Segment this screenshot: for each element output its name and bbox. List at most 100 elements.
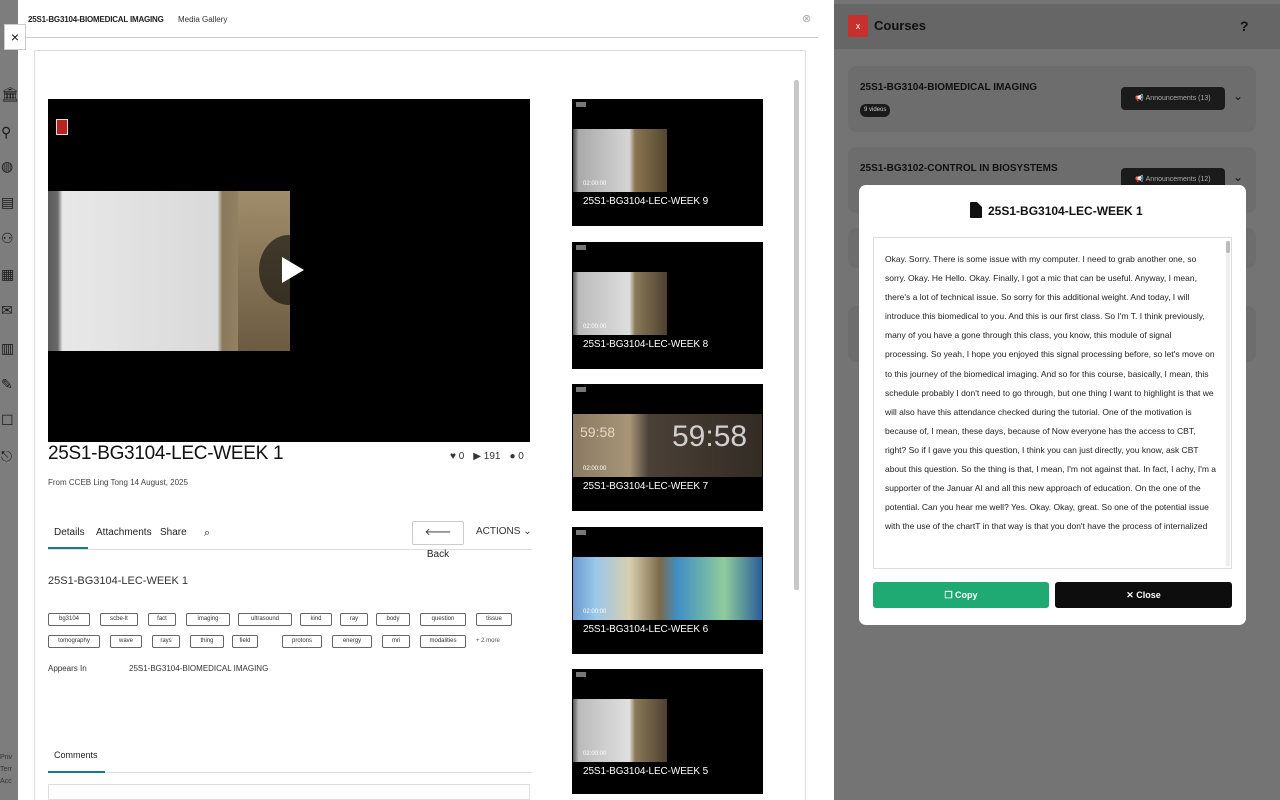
- comments-section: Comments: [48, 750, 532, 773]
- video-count-badge: 9 videos: [860, 104, 891, 117]
- tag-item[interactable]: ultrasound: [238, 613, 292, 626]
- courses-title: Courses: [874, 18, 927, 33]
- copy-icon: ❐: [944, 590, 953, 600]
- tag-item[interactable]: wave: [110, 635, 142, 648]
- video-author-date: From CCEB Ling Tong 14 August, 2025: [48, 478, 188, 487]
- play-button[interactable]: [259, 235, 319, 305]
- calendar-icon[interactable]: ▦: [1, 266, 17, 282]
- tag-item[interactable]: bg3104: [48, 613, 90, 626]
- course-breadcrumb[interactable]: 25S1-BG3104-BIOMEDICAL IMAGING: [28, 15, 164, 24]
- clock-readout-large: 59:58: [672, 420, 748, 453]
- appears-in-link[interactable]: 25S1-BG3104-BIOMEDICAL IMAGING: [129, 664, 268, 673]
- video-name: 25S1-BG3104-LEC-WEEK 8: [583, 339, 709, 350]
- institution-icon[interactable]: 🏛: [1, 86, 19, 102]
- globe-icon[interactable]: ◍: [1, 158, 17, 174]
- gallery-close-icon[interactable]: ⊗: [802, 12, 811, 25]
- transcript-text: Okay. Sorry. There is some issue with my…: [885, 254, 1216, 532]
- footer-links: Priv Terr Acc: [0, 752, 18, 788]
- transcript-scrollbar-track[interactable]: [1226, 241, 1230, 566]
- actions-dropdown[interactable]: ACTIONS ⌄: [476, 526, 532, 537]
- tag-item[interactable]: energy: [332, 635, 372, 648]
- courses-icon[interactable]: ▤: [1, 194, 17, 210]
- comment-icon: ●: [509, 451, 516, 462]
- university-logo: [576, 102, 586, 107]
- tag-item[interactable]: kind: [300, 613, 332, 626]
- tab-share[interactable]: Share: [160, 527, 187, 538]
- playlist-item[interactable]: 02:00:00 25S1-BG3104-LEC-WEEK 9: [572, 99, 763, 226]
- plays-count: ▶ 191: [473, 451, 501, 462]
- groups-icon[interactable]: ⚇: [1, 230, 17, 246]
- close-modal-button[interactable]: ✕ Close: [1055, 582, 1232, 608]
- tag-item[interactable]: scbe-lt: [100, 613, 138, 626]
- comments-tab[interactable]: Comments: [54, 750, 98, 760]
- tab-details[interactable]: Details: [54, 527, 85, 538]
- course-card[interactable]: 25S1-BG3104-BIOMEDICAL IMAGING 9 videos …: [848, 66, 1256, 132]
- video-name: 25S1-BG3104-LEC-WEEK 9: [583, 196, 709, 207]
- user-icon[interactable]: ⚲: [1, 124, 17, 140]
- edit-icon[interactable]: ☐: [1, 412, 17, 428]
- tag-item[interactable]: body: [376, 613, 410, 626]
- comments-count: ● 0: [509, 451, 524, 462]
- video-name: 25S1-BG3104-LEC-WEEK 6: [583, 624, 709, 635]
- course-name: 25S1-BG3104-BIOMEDICAL IMAGING: [860, 82, 1038, 93]
- course-name: 25S1-BG3102-CONTROL IN BIOSYSTEMS: [860, 163, 1058, 174]
- video-player[interactable]: [48, 99, 530, 442]
- footer-terms[interactable]: Terr: [0, 764, 18, 776]
- chevron-down-icon[interactable]: ⌄: [1233, 89, 1243, 103]
- transcript-scrollbar[interactable]: [1226, 241, 1230, 253]
- appears-in-label: Appears In: [48, 664, 87, 673]
- active-tab-indicator: [48, 547, 88, 549]
- heart-icon: ♥: [450, 451, 456, 462]
- tag-item[interactable]: question: [420, 613, 466, 626]
- video-stats: ♥ 0 ▶ 191 ● 0: [450, 451, 524, 462]
- copy-button[interactable]: ❐ Copy: [873, 582, 1049, 608]
- tag-item[interactable]: thing: [190, 635, 224, 648]
- playlist-item[interactable]: 02:00:00 25S1-BG3104-LEC-WEEK 6: [572, 527, 763, 654]
- tag-item[interactable]: tissue: [476, 613, 512, 626]
- clock-readout: 59:58: [580, 424, 616, 440]
- video-duration: 02:00:00: [583, 324, 607, 330]
- tag-item[interactable]: rays: [152, 635, 180, 648]
- tag-item[interactable]: protons: [282, 635, 322, 648]
- university-logo: [56, 119, 100, 137]
- transcript-box[interactable]: Okay. Sorry. There is some issue with my…: [873, 237, 1232, 569]
- transcript-modal: 25S1-BG3104-LEC-WEEK 1 Okay. Sorry. Ther…: [859, 185, 1246, 625]
- tag-item[interactable]: modalities: [420, 635, 466, 648]
- gallery-header: 25S1-BG3104-BIOMEDICAL IMAGING Media Gal…: [18, 4, 818, 38]
- playlist-item[interactable]: 02:00:00 25S1-BG3104-LEC-WEEK 5: [572, 669, 763, 794]
- mail-icon[interactable]: ✉: [1, 302, 17, 318]
- chevron-down-icon[interactable]: ⌄: [1233, 170, 1243, 184]
- media-gallery-panel: 25S1-BG3104-BIOMEDICAL IMAGING Media Gal…: [4, 0, 849, 800]
- footer-privacy[interactable]: Priv: [0, 752, 18, 764]
- tag-item[interactable]: tomography: [48, 635, 100, 648]
- tag-item[interactable]: fact: [148, 613, 176, 626]
- search-icon[interactable]: ⌕: [204, 527, 210, 540]
- footer-accessibility[interactable]: Acc: [0, 776, 18, 788]
- close-icon: ✕: [1126, 590, 1134, 600]
- comment-input[interactable]: [48, 784, 530, 800]
- tag-item[interactable]: imaging: [186, 613, 230, 626]
- playlist-item[interactable]: 59:58 59:58 02:00:00 25S1-BG3104-LEC-WEE…: [572, 384, 763, 511]
- tag-item[interactable]: ray: [340, 613, 368, 626]
- gallery-scrollbar[interactable]: [794, 80, 799, 590]
- help-button[interactable]: ?: [1240, 18, 1249, 34]
- university-logo: [576, 530, 586, 535]
- tools-icon[interactable]: ✎: [1, 376, 17, 392]
- more-tags-link[interactable]: + 2 more: [476, 638, 500, 644]
- tag-item[interactable]: field: [232, 635, 258, 648]
- close-panel-button[interactable]: ×: [4, 24, 26, 50]
- university-logo: [576, 245, 586, 250]
- playlist-item[interactable]: 02:00:00 25S1-BG3104-LEC-WEEK 8: [572, 242, 763, 369]
- media-gallery-breadcrumb[interactable]: Media Gallery: [178, 15, 227, 24]
- logout-icon[interactable]: ⎋: [1, 448, 17, 464]
- tag-item[interactable]: mri: [382, 635, 410, 648]
- video-duration: 02:00:00: [583, 609, 607, 615]
- likes-count: ♥ 0: [450, 451, 465, 462]
- announcements-button[interactable]: 📢 Announcements (13): [1121, 87, 1225, 110]
- back-button[interactable]: 🡐 Back: [412, 521, 464, 560]
- arrow-left-icon: 🡐: [424, 527, 452, 538]
- grades-icon[interactable]: ▥: [1, 340, 17, 356]
- tab-attachments[interactable]: Attachments: [96, 527, 152, 538]
- close-courses-button[interactable]: x: [848, 15, 868, 37]
- megaphone-icon: 📢: [1135, 95, 1145, 102]
